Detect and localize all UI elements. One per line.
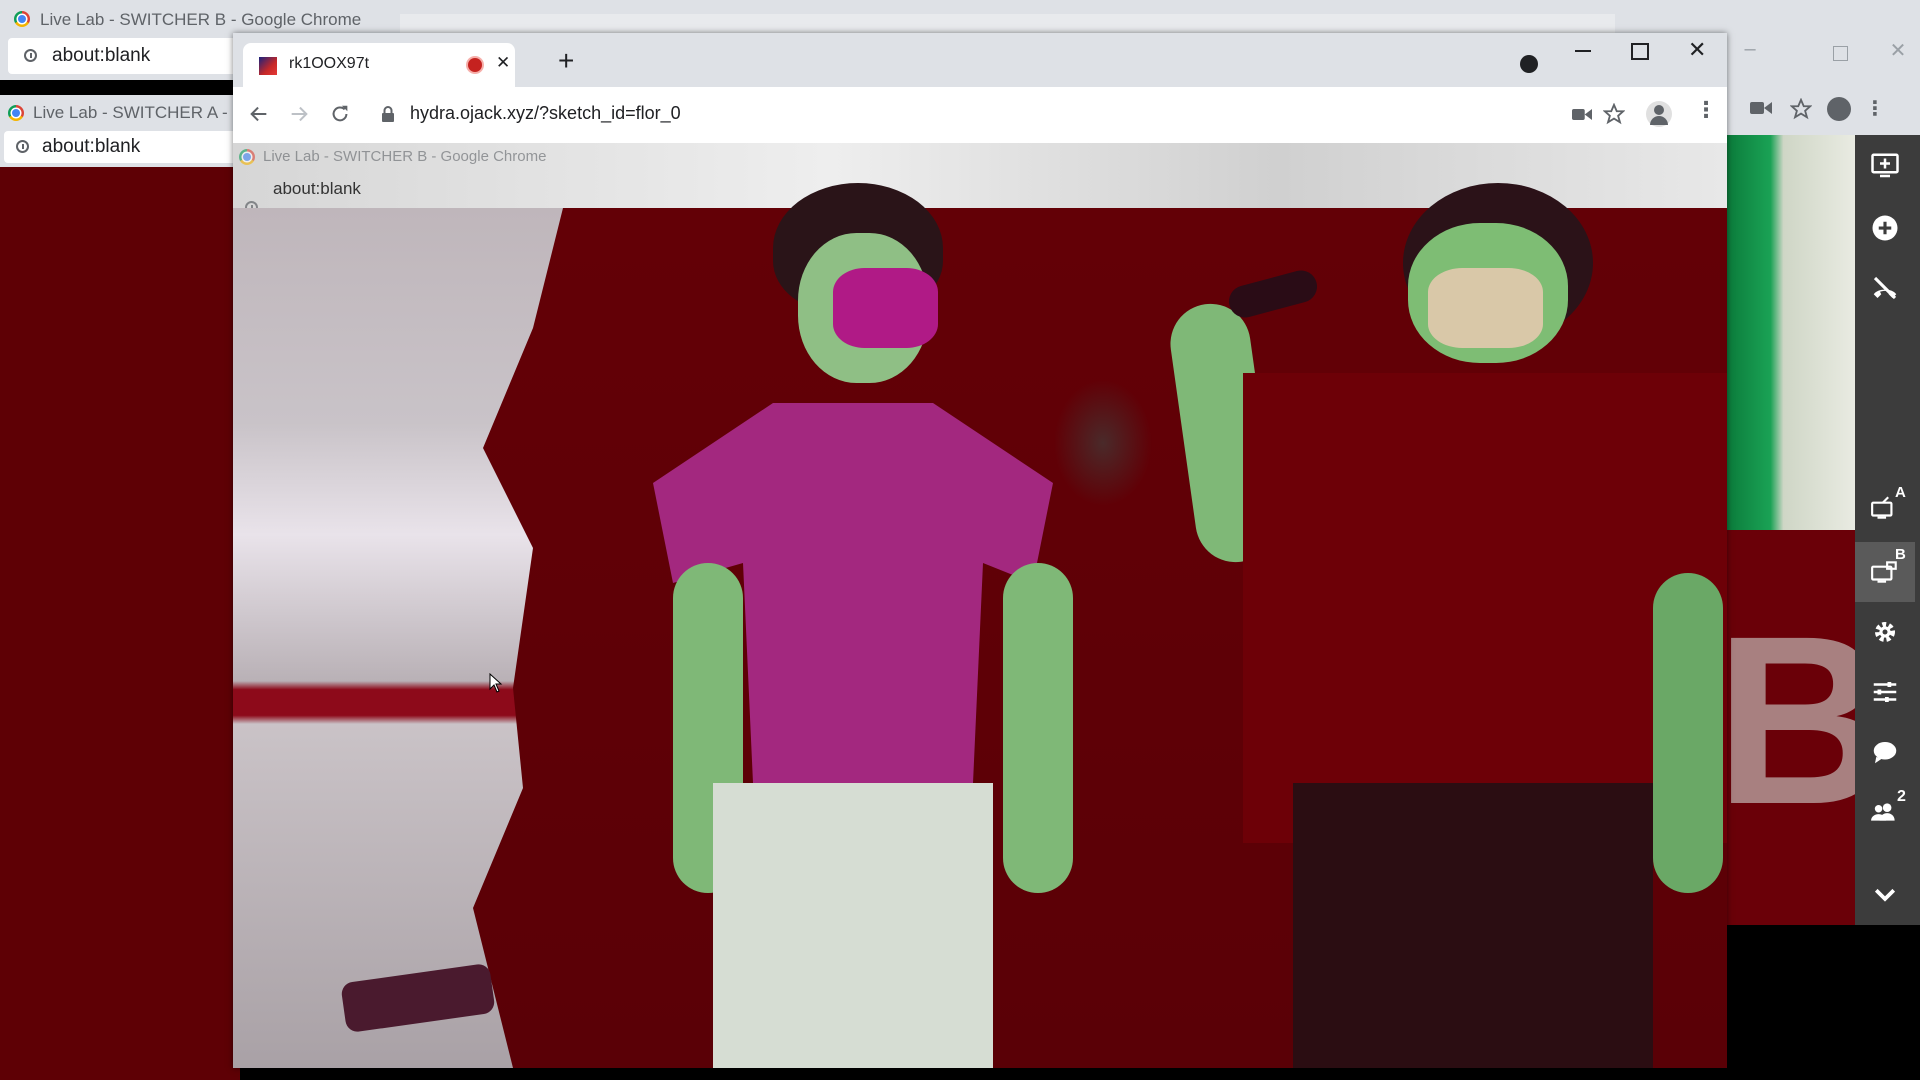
profile-icon[interactable] <box>1827 97 1851 121</box>
camera-icon[interactable] <box>1750 100 1772 116</box>
person-left-arm-r <box>1003 563 1073 893</box>
person-right-mask <box>1428 268 1543 348</box>
tab-title: rk1OOX97t <box>289 55 370 72</box>
camera-icon[interactable] <box>1572 107 1592 122</box>
switcher-b-url: about:blank <box>52 45 151 66</box>
captured-title: Live Lab - SWITCHER B - Google Chrome <box>263 148 547 165</box>
profile-avatar[interactable] <box>1646 101 1672 127</box>
right-window-video <box>1725 135 1855 530</box>
mouse-cursor-icon <box>489 673 503 693</box>
address-bar[interactable]: hydra.ojack.xyz/?sketch_id=flor_0 <box>368 94 1563 134</box>
chrome-menu-icon[interactable]: ⋮ <box>1695 97 1717 123</box>
minimize-button[interactable] <box>1575 50 1591 52</box>
held-device <box>1225 266 1321 322</box>
tab-search-icon[interactable] <box>1520 55 1538 73</box>
switcher-b-title: Live Lab - SWITCHER B - Google Chrome <box>40 10 362 29</box>
sidebar-switcher-a-button[interactable]: A <box>1855 482 1915 534</box>
gear-icon <box>1875 622 1895 642</box>
info-icon <box>16 140 29 153</box>
lock-icon <box>382 106 394 122</box>
url-text: hydra.ojack.xyz/?sketch_id=flor_0 <box>410 103 681 123</box>
add-circle-icon <box>1872 215 1898 241</box>
sidebar-sliders-button[interactable] <box>1855 666 1915 718</box>
reload-icon[interactable] <box>329 103 351 125</box>
switcher-a-address-bar[interactable]: about:blank <box>4 131 238 163</box>
switcher-a-window: Live Lab - SWITCHER A - Goog about:blank <box>0 95 240 167</box>
maximize-icon[interactable] <box>1833 46 1848 61</box>
switcher-a-title: Live Lab - SWITCHER A - Goog <box>33 103 233 122</box>
person-right-arm <box>1653 573 1723 893</box>
chrome-logo-icon <box>14 11 30 27</box>
sidebar-add-screen-button[interactable] <box>1855 140 1915 192</box>
tab-active[interactable]: rk1OOX97t ✕ <box>243 43 515 87</box>
back-arrow-icon[interactable] <box>248 103 270 125</box>
menu-dots-icon[interactable]: ⋮ <box>1865 96 1885 121</box>
sidebar-hang-up-button[interactable] <box>1855 262 1915 314</box>
main-browser-window: rk1OOX97t ✕ + ✕ hydra.ojack.xyz/?sketch_… <box>233 33 1727 1068</box>
sidebar-settings-button[interactable] <box>1855 606 1915 658</box>
tab-close-icon[interactable]: ✕ <box>496 53 510 73</box>
person-right-pants <box>1293 783 1653 1068</box>
sidebar-users-button[interactable]: 2 <box>1855 786 1915 838</box>
chat-icon <box>1873 742 1897 764</box>
star-icon[interactable] <box>1790 98 1812 120</box>
hang-up-icon <box>1873 276 1897 300</box>
users-count-badge: 2 <box>1897 788 1906 805</box>
sidebar-switcher-b-button[interactable]: B <box>1855 542 1915 602</box>
captured-url: about:blank <box>273 179 361 198</box>
new-tab-button[interactable]: + <box>558 45 574 77</box>
close-window-button[interactable]: ✕ <box>1688 37 1706 63</box>
forward-arrow-icon[interactable] <box>288 103 310 125</box>
info-icon <box>24 49 37 62</box>
switcher-a-url: about:blank <box>42 136 141 157</box>
users-icon <box>1871 803 1895 821</box>
chrome-logo-icon <box>8 105 24 121</box>
minimize-icon[interactable]: – <box>1735 38 1765 61</box>
switcher-a-video <box>0 167 240 1080</box>
maximize-button[interactable] <box>1631 43 1649 60</box>
close-icon[interactable]: ✕ <box>1883 38 1913 63</box>
sidebar-add-button[interactable] <box>1855 202 1915 254</box>
captured-chrome-logo-icon <box>239 149 255 165</box>
person-left-pants <box>713 783 993 1068</box>
switcher-b-badge: B <box>1895 546 1906 563</box>
recording-indicator-icon <box>468 58 482 72</box>
hydra-canvas[interactable]: Live Lab - SWITCHER B - Google Chrome ab… <box>233 143 1727 1068</box>
switcher-b-address-bar[interactable]: about:blank <box>8 38 238 74</box>
hydra-favicon-icon <box>259 57 277 75</box>
chevron-down-icon <box>1874 888 1896 902</box>
sidebar-chat-button[interactable] <box>1855 726 1915 778</box>
sliders-icon <box>1873 682 1897 702</box>
sidebar-collapse-button[interactable] <box>1855 868 1915 920</box>
bookmark-star-icon[interactable] <box>1603 103 1625 125</box>
person-left-mask <box>833 268 938 348</box>
toolbar: hydra.ojack.xyz/?sketch_id=flor_0 ⋮ <box>233 87 1727 143</box>
add-screen-icon <box>1871 153 1899 178</box>
video-left-panel <box>233 208 563 1068</box>
switcher-a-badge: A <box>1895 484 1906 501</box>
